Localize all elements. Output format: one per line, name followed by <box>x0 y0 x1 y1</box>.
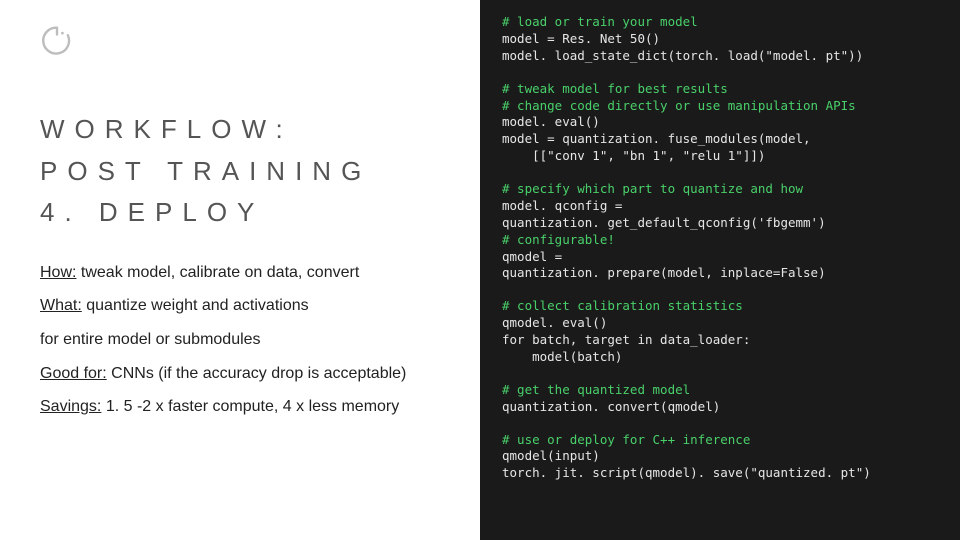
code-block-2: # tweak model for best results # change … <box>502 81 938 165</box>
pytorch-logo-icon <box>40 25 450 64</box>
code-line: torch. jit. script(qmodel). save("quanti… <box>502 465 871 480</box>
code-block-4: # collect calibration statistics qmodel.… <box>502 298 938 366</box>
bullet-good-text: CNNs (if the accuracy drop is acceptable… <box>107 365 407 382</box>
bullet-what: What: quantize weight and activations <box>40 295 450 317</box>
code-line: model = Res. Net 50() <box>502 31 660 46</box>
title-line-3: 4. DEPLOY <box>40 192 450 234</box>
code-line: qmodel(input) <box>502 448 600 463</box>
code-line: quantization. get_default_qconfig('fbgem… <box>502 215 826 230</box>
slide: WORKFLOW: POST TRAINING 4. DEPLOY How: t… <box>0 0 960 540</box>
bullets: How: tweak model, calibrate on data, con… <box>40 262 450 430</box>
code-line: model(batch) <box>502 349 622 364</box>
title-line-2: POST TRAINING <box>40 151 450 193</box>
left-panel: WORKFLOW: POST TRAINING 4. DEPLOY How: t… <box>0 0 480 540</box>
bullet-good-label: Good for: <box>40 365 107 382</box>
bullet-savings-label: Savings: <box>40 398 101 415</box>
code-line: model. load_state_dict(torch. load("mode… <box>502 48 863 63</box>
code-comment: # load or train your model <box>502 14 698 29</box>
code-comment: # tweak model for best results <box>502 81 728 96</box>
bullet-how: How: tweak model, calibrate on data, con… <box>40 262 450 284</box>
bullet-what-text: quantize weight and activations <box>82 297 309 314</box>
code-comment: # collect calibration statistics <box>502 298 743 313</box>
code-line: qmodel. eval() <box>502 315 607 330</box>
code-block-3: # specify which part to quantize and how… <box>502 181 938 282</box>
bullet-what-sub: for entire model or submodules <box>40 329 450 351</box>
code-comment: # specify which part to quantize and how <box>502 181 803 196</box>
bullet-good: Good for: CNNs (if the accuracy drop is … <box>40 363 450 385</box>
code-panel: # load or train your model model = Res. … <box>480 0 960 540</box>
code-comment: # use or deploy for C++ inference <box>502 432 750 447</box>
code-block-1: # load or train your model model = Res. … <box>502 14 938 65</box>
code-block-6: # use or deploy for C++ inference qmodel… <box>502 432 938 483</box>
bullet-how-text: tweak model, calibrate on data, convert <box>76 264 359 281</box>
code-line: [["conv 1", "bn 1", "relu 1"]]) <box>502 148 765 163</box>
code-line: for batch, target in data_loader: <box>502 332 750 347</box>
bullet-savings-text: 1. 5 -2 x faster compute, 4 x less memor… <box>101 398 399 415</box>
code-line: quantization. prepare(model, inplace=Fal… <box>502 265 826 280</box>
code-comment: # change code directly or use manipulati… <box>502 98 856 113</box>
code-line: model. qconfig = <box>502 198 622 213</box>
code-line: qmodel = <box>502 249 562 264</box>
code-comment: # get the quantized model <box>502 382 690 397</box>
code-block-5: # get the quantized model quantization. … <box>502 382 938 416</box>
code-line: model = quantization. fuse_modules(model… <box>502 131 811 146</box>
bullet-how-label: How: <box>40 264 76 281</box>
title-line-1: WORKFLOW: <box>40 109 450 151</box>
code-line: quantization. convert(qmodel) <box>502 399 720 414</box>
bullet-what-label: What: <box>40 297 82 314</box>
code-comment: # configurable! <box>502 232 615 247</box>
slide-title: WORKFLOW: POST TRAINING 4. DEPLOY <box>40 109 450 234</box>
bullet-savings: Savings: 1. 5 -2 x faster compute, 4 x l… <box>40 396 450 418</box>
code-line: model. eval() <box>502 114 600 129</box>
